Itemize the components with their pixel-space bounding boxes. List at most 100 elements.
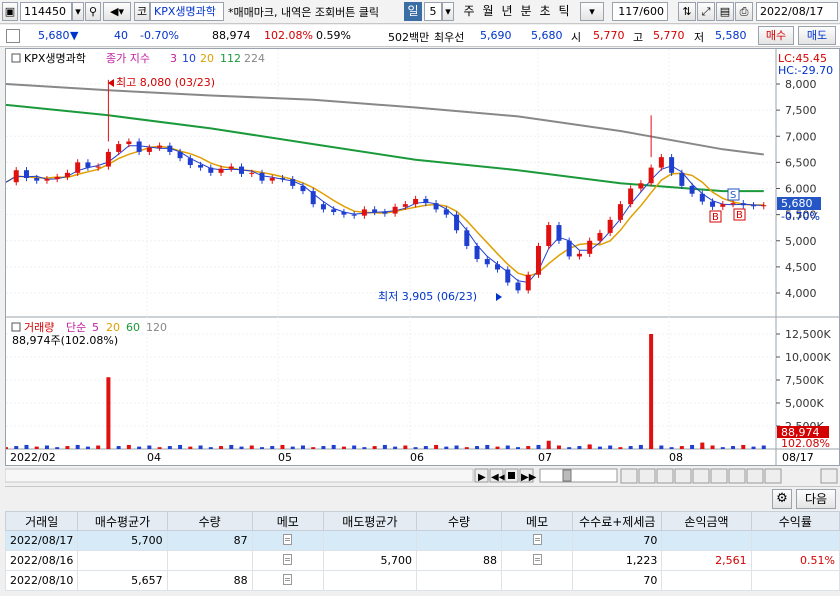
tool-button-4[interactable] xyxy=(674,468,692,484)
period-year-button[interactable]: 년 xyxy=(498,2,516,21)
volume-bar xyxy=(116,446,121,449)
header-sell-qty[interactable]: 수량 xyxy=(415,511,503,531)
candle-body xyxy=(587,240,593,254)
volume-bar xyxy=(14,446,19,449)
volume-bar xyxy=(741,444,746,449)
volume-bar xyxy=(577,446,582,449)
legend-ma-10: 10 xyxy=(182,52,196,65)
candle-body xyxy=(576,253,582,257)
header-date[interactable]: 거래일 xyxy=(4,511,79,531)
cell-buy-memo[interactable] xyxy=(251,570,324,591)
header-sell-avg[interactable]: 매도평균가 xyxy=(322,511,417,531)
legend-box-icon[interactable] xyxy=(11,53,21,63)
more-button[interactable] xyxy=(820,468,838,484)
period-second-button[interactable]: 초 xyxy=(536,2,554,21)
candle-body xyxy=(699,193,705,202)
tool-icon[interactable]: ⇅ xyxy=(678,2,696,21)
memo-icon[interactable] xyxy=(283,553,293,565)
sell-button[interactable]: 매도 xyxy=(798,26,836,45)
sound-icon[interactable]: ◀▾ xyxy=(103,2,131,21)
tool-button-1[interactable] xyxy=(620,468,638,484)
cell-buy-avg: 5,700 xyxy=(77,530,168,551)
volume-bar xyxy=(382,444,387,449)
cell-buy-memo[interactable] xyxy=(251,550,324,571)
header-pnl[interactable]: 손익금액 xyxy=(661,511,752,531)
date-input[interactable]: 2022/08/17 xyxy=(756,2,838,21)
cell-sell-memo[interactable] xyxy=(500,530,574,551)
header-sell-memo[interactable]: 메모 xyxy=(500,511,574,531)
next-button[interactable]: 다음 xyxy=(796,489,836,509)
gear-icon[interactable]: ⚙ xyxy=(772,489,792,509)
layout-icon[interactable]: ▣ xyxy=(2,2,18,21)
memo-icon[interactable] xyxy=(532,533,542,545)
tool-button-6[interactable] xyxy=(710,468,728,484)
cell-buy-memo[interactable] xyxy=(251,530,324,551)
best-ask: 5,690 xyxy=(480,29,512,42)
period-tick-button[interactable]: 틱 xyxy=(555,2,573,21)
code-dropdown-icon[interactable]: ▾ xyxy=(72,2,84,21)
table-header: 거래일 매수평균가 수량 메모 매도평균가 수량 메모 수수료+제세금 손익금액… xyxy=(4,511,840,531)
table-row[interactable]: 2022/08/10 5,657 88 70 xyxy=(4,570,840,591)
x-label-1: 04 xyxy=(147,451,161,464)
data-count[interactable]: 117/600 xyxy=(612,2,668,21)
cell-sell-qty xyxy=(415,530,503,551)
tool-button-5[interactable] xyxy=(692,468,710,484)
header-return[interactable]: 수익률 xyxy=(750,511,840,531)
candle-body xyxy=(740,203,746,206)
cell-return xyxy=(750,530,840,551)
candle-body xyxy=(679,172,685,186)
period-number[interactable]: 5 xyxy=(424,2,442,21)
history-dropdown-icon[interactable]: ▾ xyxy=(580,2,604,21)
table-row[interactable]: 2022/08/17 5,700 87 70 xyxy=(4,530,840,551)
vol-legend-box-icon[interactable] xyxy=(11,322,21,332)
header-buy-avg[interactable]: 매수평균가 xyxy=(77,511,168,531)
tool-button-9[interactable] xyxy=(764,468,782,484)
cell-sell-memo[interactable] xyxy=(500,550,574,571)
search-icon[interactable]: ⚲ xyxy=(85,2,101,21)
tool-button-3[interactable] xyxy=(656,468,674,484)
zoom-slider[interactable] xyxy=(539,468,618,483)
period-day-button[interactable]: 일 xyxy=(404,2,422,21)
volume-bar xyxy=(731,446,736,449)
price-tick-label: 8,000 xyxy=(785,78,817,91)
tool-button-7[interactable] xyxy=(728,468,746,484)
open-label: 시 xyxy=(571,31,582,44)
tool-button-8[interactable] xyxy=(746,468,764,484)
period-week-button[interactable]: 주 xyxy=(460,2,478,21)
zoom-slider-thumb[interactable] xyxy=(562,469,572,482)
buy-marker-2-label: B xyxy=(736,210,743,221)
volume-bar xyxy=(495,446,500,449)
header-fee[interactable]: 수수료+제세금 xyxy=(572,511,663,531)
memo-icon[interactable] xyxy=(283,573,293,585)
print-icon[interactable]: ⎙ xyxy=(735,2,753,21)
chart-scrollbar[interactable] xyxy=(4,468,474,483)
memo-icon[interactable] xyxy=(283,533,293,545)
candle-body xyxy=(279,178,285,180)
vol-legend-name: 거래량 xyxy=(24,321,54,334)
cell-sell-memo[interactable] xyxy=(500,570,574,591)
volume-bar xyxy=(331,444,336,449)
period-month-button[interactable]: 월 xyxy=(479,2,497,21)
cell-sell-avg: 5,700 xyxy=(322,550,417,571)
price-volume-chart[interactable]: KPX생명과학 종가 지수 3 10 20 112 224 LC:45.45 H… xyxy=(6,49,839,465)
legend-ma-20: 20 xyxy=(200,52,214,65)
notice-text: *매매마크, 내역은 조회버튼 클릭 xyxy=(228,6,380,19)
legend-ma-112: 112 xyxy=(220,52,241,65)
table-row[interactable]: 2022/08/16 5,700 88 1,223 2,561 0.51% xyxy=(4,550,840,571)
memo-icon[interactable] xyxy=(532,553,542,565)
candle-body xyxy=(535,245,541,275)
header-buy-memo[interactable]: 메모 xyxy=(251,511,324,531)
volume-bar xyxy=(556,445,561,449)
period-minute-button[interactable]: 분 xyxy=(517,2,535,21)
tool-button-2[interactable] xyxy=(638,468,656,484)
buy-button[interactable]: 매수 xyxy=(758,26,794,45)
drawing-icon[interactable]: ⤢ xyxy=(697,2,715,21)
stock-code-input[interactable]: 114450 xyxy=(20,2,72,21)
save-icon[interactable]: ▤ xyxy=(716,2,734,21)
candle-body xyxy=(710,201,716,207)
period-dropdown-icon[interactable]: ▾ xyxy=(442,2,454,21)
chart-area[interactable]: KPX생명과학 종가 지수 3 10 20 112 224 LC:45.45 H… xyxy=(5,48,840,466)
header-buy-qty[interactable]: 수량 xyxy=(166,511,253,531)
market-label[interactable]: 코 xyxy=(134,2,150,21)
settings-box-icon[interactable] xyxy=(6,29,20,43)
